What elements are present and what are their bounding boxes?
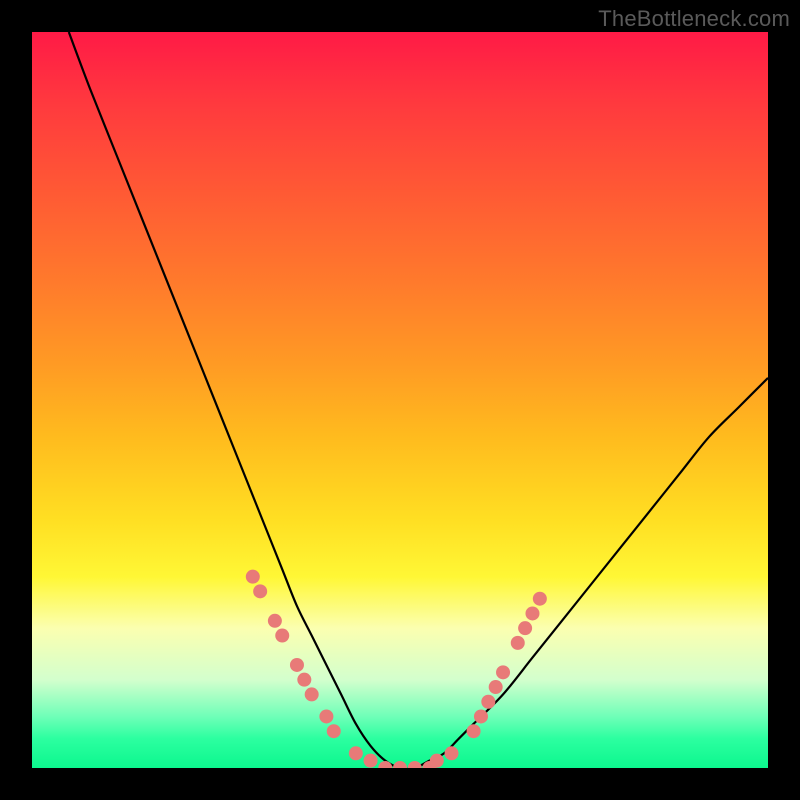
data-marker [349, 746, 363, 760]
data-marker [445, 746, 459, 760]
data-marker [246, 570, 260, 584]
data-marker [253, 584, 267, 598]
data-marker [319, 709, 333, 723]
data-marker [364, 754, 378, 768]
plot-area [32, 32, 768, 768]
data-marker [408, 761, 422, 768]
data-marker [533, 592, 547, 606]
data-marker [511, 636, 525, 650]
marker-group [246, 570, 547, 768]
data-marker [327, 724, 341, 738]
data-marker [393, 761, 407, 768]
data-marker [268, 614, 282, 628]
data-marker [305, 687, 319, 701]
chart-svg [32, 32, 768, 768]
data-marker [525, 606, 539, 620]
data-marker [430, 754, 444, 768]
data-marker [481, 695, 495, 709]
data-marker [518, 621, 532, 635]
chart-frame: TheBottleneck.com [0, 0, 800, 800]
watermark-text: TheBottleneck.com [598, 6, 790, 32]
data-marker [275, 629, 289, 643]
bottleneck-curve [69, 32, 768, 768]
data-marker [489, 680, 503, 694]
data-marker [496, 665, 510, 679]
data-marker [290, 658, 304, 672]
data-marker [297, 673, 311, 687]
data-marker [378, 761, 392, 768]
data-marker [474, 709, 488, 723]
data-marker [467, 724, 481, 738]
